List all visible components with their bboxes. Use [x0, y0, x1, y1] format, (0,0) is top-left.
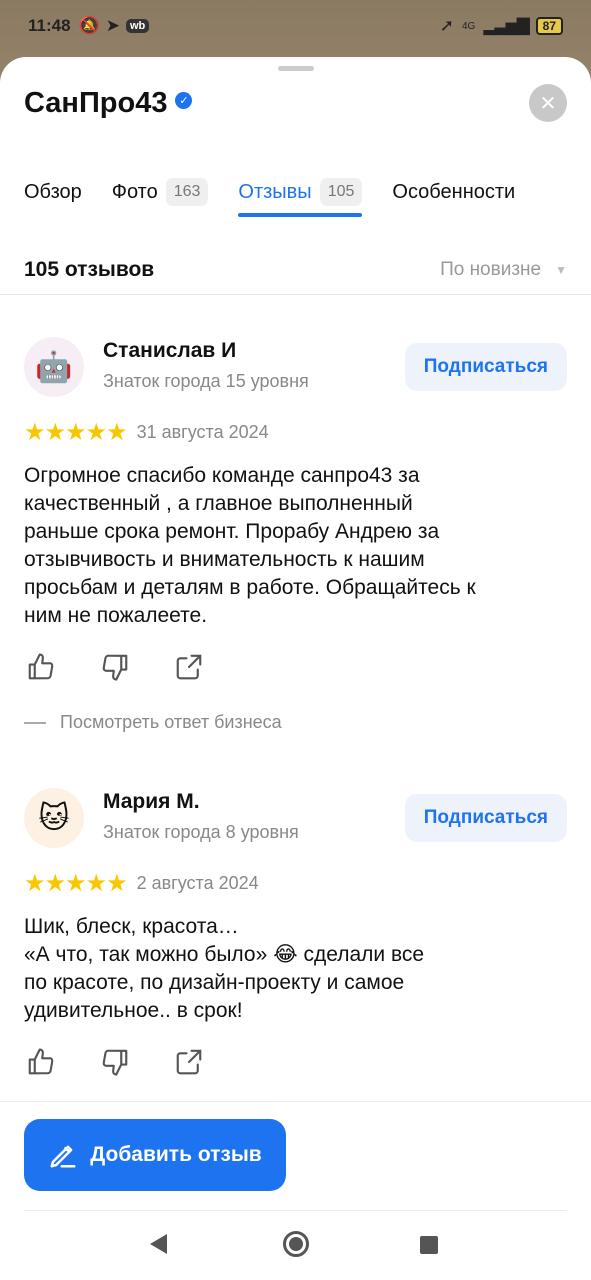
rating-stars: ★★★★★	[24, 419, 128, 446]
dash-icon	[24, 721, 46, 724]
author-block: Мария М. Знаток города 8 уровня	[103, 788, 299, 843]
divider	[0, 1101, 591, 1102]
verified-badge-icon: ✓	[175, 92, 193, 109]
signal-icon: ▂▃▅▇	[483, 16, 529, 35]
tab-bar: Обзор Фото 163 Отзывы 105 Особенности	[24, 169, 591, 217]
close-button[interactable]: ✕	[529, 84, 567, 122]
status-left-icons: 🔕 ➤ wb	[79, 16, 150, 36]
share-button[interactable]	[172, 1045, 206, 1079]
author-name[interactable]: Мария М.	[103, 790, 299, 814]
reviews-summary: 105 отзывов По новизне ▼	[24, 255, 567, 285]
tab-photo[interactable]: Фото 163	[112, 169, 209, 215]
status-right-icons: ➚ 4G ▂▃▅▇ 87	[440, 16, 563, 36]
divider	[24, 1210, 567, 1211]
add-review-button[interactable]: Добавить отзыв	[24, 1119, 286, 1191]
sort-label: По новизне	[440, 259, 542, 280]
author-level: Знаток города 8 уровня	[103, 822, 299, 842]
sort-dropdown[interactable]: По новизне ▼	[440, 259, 567, 281]
tab-count: 105	[319, 178, 363, 206]
review-date: 31 августа 2024	[136, 422, 269, 442]
divider	[0, 294, 591, 295]
title-row: СанПро43 ✓	[24, 87, 193, 120]
rating-row: ★★★★★ 31 августа 2024	[24, 418, 567, 447]
like-button[interactable]	[24, 650, 58, 684]
subscribe-button[interactable]: Подписаться	[404, 794, 567, 842]
subscribe-button[interactable]: Подписаться	[404, 343, 567, 391]
author-name[interactable]: Станислав И	[103, 339, 309, 363]
reviews-count: 105 отзывов	[24, 258, 155, 281]
author-level: Знаток города 15 уровня	[103, 371, 309, 391]
tab-label: Обзор	[24, 180, 82, 203]
dislike-button[interactable]	[98, 1045, 132, 1079]
status-bar: 11:48 🔕 ➤ wb ➚ 4G ▂▃▅▇ 87	[0, 0, 591, 52]
close-icon: ✕	[539, 92, 557, 115]
review-item: 🐱 Мария М. Знаток города 8 уровня Подпис…	[24, 788, 567, 1079]
review-header: 🤖 Станислав И Знаток города 15 уровня По…	[24, 337, 567, 401]
telegram-icon: ➤	[105, 16, 120, 35]
tab-overview[interactable]: Обзор	[24, 169, 82, 215]
share-button[interactable]	[172, 650, 206, 684]
business-reply-label: Посмотреть ответ бизнеса	[60, 712, 282, 732]
business-reply-toggle[interactable]: Посмотреть ответ бизнеса	[24, 712, 567, 733]
review-text: Шик, блеск, красота… «А что, так можно б…	[24, 915, 425, 1022]
thumbs-down-icon	[102, 1049, 128, 1076]
thumbs-up-icon	[28, 1048, 54, 1075]
tab-count: 163	[165, 178, 209, 206]
tab-reviews[interactable]: Отзывы 105	[238, 169, 363, 217]
wb-icon: wb	[125, 19, 150, 33]
tab-features[interactable]: Особенности	[392, 169, 515, 215]
tab-label: Отзывы	[238, 180, 312, 203]
tab-label: Фото	[111, 180, 158, 203]
sheet-grabber[interactable]	[278, 66, 314, 71]
add-review-label: Добавить отзыв	[90, 1143, 262, 1166]
rating-stars: ★★★★★	[24, 870, 128, 897]
system-nav-bar	[0, 1212, 591, 1280]
dislike-button[interactable]	[98, 650, 132, 684]
like-button[interactable]	[24, 1045, 58, 1079]
review-actions	[24, 650, 567, 684]
tab-label: Особенности	[392, 180, 516, 203]
rating-row: ★★★★★ 2 августа 2024	[24, 869, 567, 898]
pencil-icon	[50, 1145, 76, 1168]
battery-icon: 87	[535, 17, 563, 35]
page-title: СанПро43	[24, 87, 168, 119]
avatar[interactable]: 🐱	[24, 788, 84, 848]
mute-bell-icon: 🔕	[78, 16, 100, 35]
status-time: 11:48	[28, 16, 71, 35]
location-icon: ➚	[439, 16, 454, 35]
back-icon[interactable]	[150, 1234, 167, 1254]
thumbs-up-icon	[28, 653, 54, 680]
review-date: 2 августа 2024	[136, 873, 259, 893]
thumbs-down-icon	[102, 654, 128, 681]
review-text: Огромное спасибо команде санпро43 за кач…	[24, 464, 476, 627]
author-block: Станислав И Знаток города 15 уровня	[103, 337, 309, 392]
review-item: 🤖 Станислав И Знаток города 15 уровня По…	[24, 337, 567, 733]
avatar[interactable]: 🤖	[24, 337, 84, 397]
share-icon	[176, 1049, 202, 1075]
network-label: 4G	[462, 20, 476, 32]
home-icon[interactable]	[283, 1231, 309, 1257]
review-header: 🐱 Мария М. Знаток города 8 уровня Подпис…	[24, 788, 567, 852]
share-icon	[176, 654, 202, 680]
chevron-down-icon: ▼	[555, 263, 567, 277]
business-card-sheet: СанПро43 ✓ ✕ Обзор Фото 163 Отзывы 105 О…	[0, 57, 591, 1280]
recent-apps-icon[interactable]	[420, 1236, 438, 1254]
review-actions	[24, 1045, 567, 1079]
